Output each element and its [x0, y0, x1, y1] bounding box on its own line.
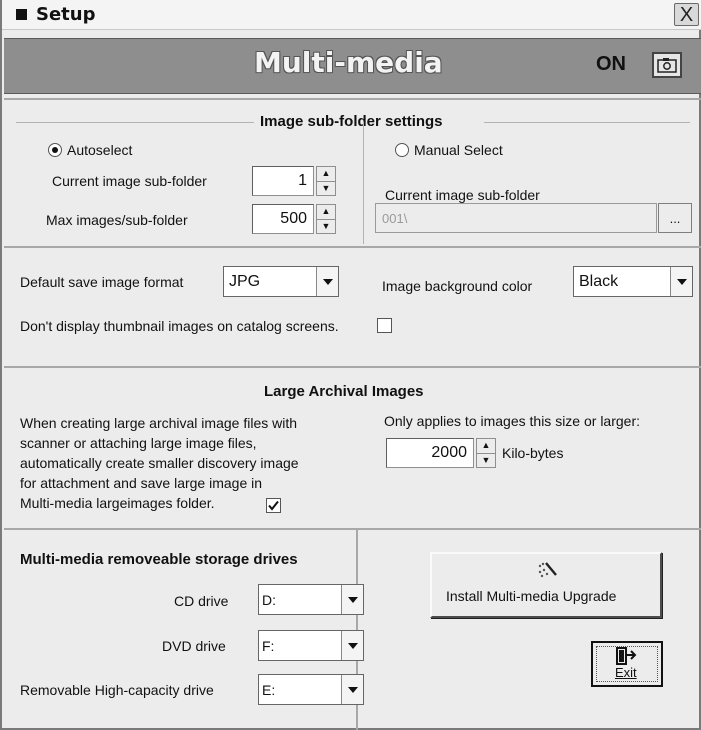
- status-label: ON: [596, 53, 626, 75]
- threshold-unit: Kilo-bytes: [502, 445, 564, 461]
- current-subfolder-input[interactable]: 1: [252, 166, 314, 196]
- install-upgrade-button[interactable]: Install Multi-media Upgrade: [430, 552, 662, 618]
- dropdown-arrow-icon[interactable]: [316, 267, 338, 296]
- thumbnail-checkbox[interactable]: [377, 318, 392, 333]
- background-color-dropdown[interactable]: Black: [573, 266, 693, 297]
- manual-select-label: Manual Select: [414, 142, 503, 158]
- close-icon: X: [679, 3, 694, 26]
- setup-window: Setup X Multi-media ON Image sub-folder …: [0, 0, 701, 730]
- exit-label: Exit: [615, 665, 637, 680]
- dropdown-arrow-icon[interactable]: [670, 267, 692, 296]
- save-format-label: Default save image format: [20, 274, 184, 290]
- threshold-label: Only applies to images this size or larg…: [384, 413, 640, 429]
- close-button[interactable]: X: [674, 3, 699, 26]
- camera-icon: [657, 58, 677, 73]
- save-large-image-checkbox[interactable]: [266, 498, 281, 513]
- section-divider: [4, 528, 701, 530]
- section-divider: [4, 246, 701, 248]
- install-upgrade-label: Install Multi-media Upgrade: [446, 588, 617, 604]
- autoselect-label: Autoselect: [67, 142, 133, 158]
- stepper-up-icon[interactable]: ▲: [317, 167, 335, 181]
- threshold-input[interactable]: 2000: [386, 438, 474, 468]
- install-icon: [536, 560, 558, 583]
- removable-drive-label: Removable High-capacity drive: [20, 682, 214, 698]
- autoselect-radio[interactable]: [48, 143, 62, 157]
- current-subfolder-label: Current image sub-folder: [52, 173, 207, 189]
- radio-selected-dot: [52, 147, 58, 153]
- drives-section-title: Multi-media removeable storage drives: [20, 551, 298, 568]
- dvd-drive-dropdown[interactable]: F:: [258, 630, 364, 661]
- subfolder-vertical-divider: [363, 122, 364, 244]
- removable-drive-dropdown[interactable]: E:: [258, 674, 364, 705]
- section-divider: [4, 366, 701, 368]
- page-title: Multi-media: [254, 46, 443, 79]
- cd-drive-label: CD drive: [174, 593, 229, 609]
- manual-current-subfolder-label: Current image sub-folder: [385, 187, 540, 203]
- stepper-up-icon[interactable]: ▲: [477, 439, 495, 453]
- stepper-down-icon[interactable]: ▼: [477, 452, 495, 468]
- subfolder-path-field[interactable]: 001\: [375, 203, 657, 233]
- exit-button[interactable]: Exit: [591, 641, 663, 687]
- window-menu-icon[interactable]: [16, 9, 27, 20]
- background-color-label: Image background color: [382, 278, 533, 294]
- max-images-stepper[interactable]: ▲ ▼: [316, 204, 336, 234]
- dropdown-arrow-icon[interactable]: [341, 631, 363, 660]
- stepper-down-icon[interactable]: ▼: [317, 180, 335, 196]
- dropdown-arrow-icon[interactable]: [341, 585, 363, 614]
- current-subfolder-stepper[interactable]: ▲ ▼: [316, 166, 336, 196]
- cd-drive-dropdown[interactable]: D:: [258, 584, 364, 615]
- manual-select-radio[interactable]: [395, 143, 409, 157]
- stepper-up-icon[interactable]: ▲: [317, 205, 335, 219]
- title-bar: [2, 0, 701, 30]
- save-format-dropdown[interactable]: JPG: [223, 266, 339, 297]
- max-images-label: Max images/sub-folder: [46, 212, 188, 228]
- group-border-right: [484, 122, 690, 123]
- stepper-down-icon[interactable]: ▼: [317, 218, 335, 234]
- group-border-left: [16, 122, 254, 123]
- checkmark-icon: [268, 500, 279, 511]
- archival-section-title: Large Archival Images: [264, 383, 424, 400]
- window-title: Setup: [36, 4, 96, 25]
- dropdown-arrow-icon[interactable]: [341, 675, 363, 704]
- max-images-input[interactable]: 500: [252, 204, 314, 234]
- browse-folder-button[interactable]: ...: [658, 203, 692, 233]
- subfolder-group-title: Image sub-folder settings: [260, 113, 443, 130]
- threshold-stepper[interactable]: ▲ ▼: [476, 438, 496, 468]
- dvd-drive-label: DVD drive: [162, 638, 226, 654]
- thumbnail-option-label: Don't display thumbnail images on catalo…: [20, 318, 339, 334]
- status-toggle-button[interactable]: [652, 52, 682, 78]
- archival-description: When creating large archival image files…: [20, 415, 299, 511]
- section-divider: [4, 98, 701, 100]
